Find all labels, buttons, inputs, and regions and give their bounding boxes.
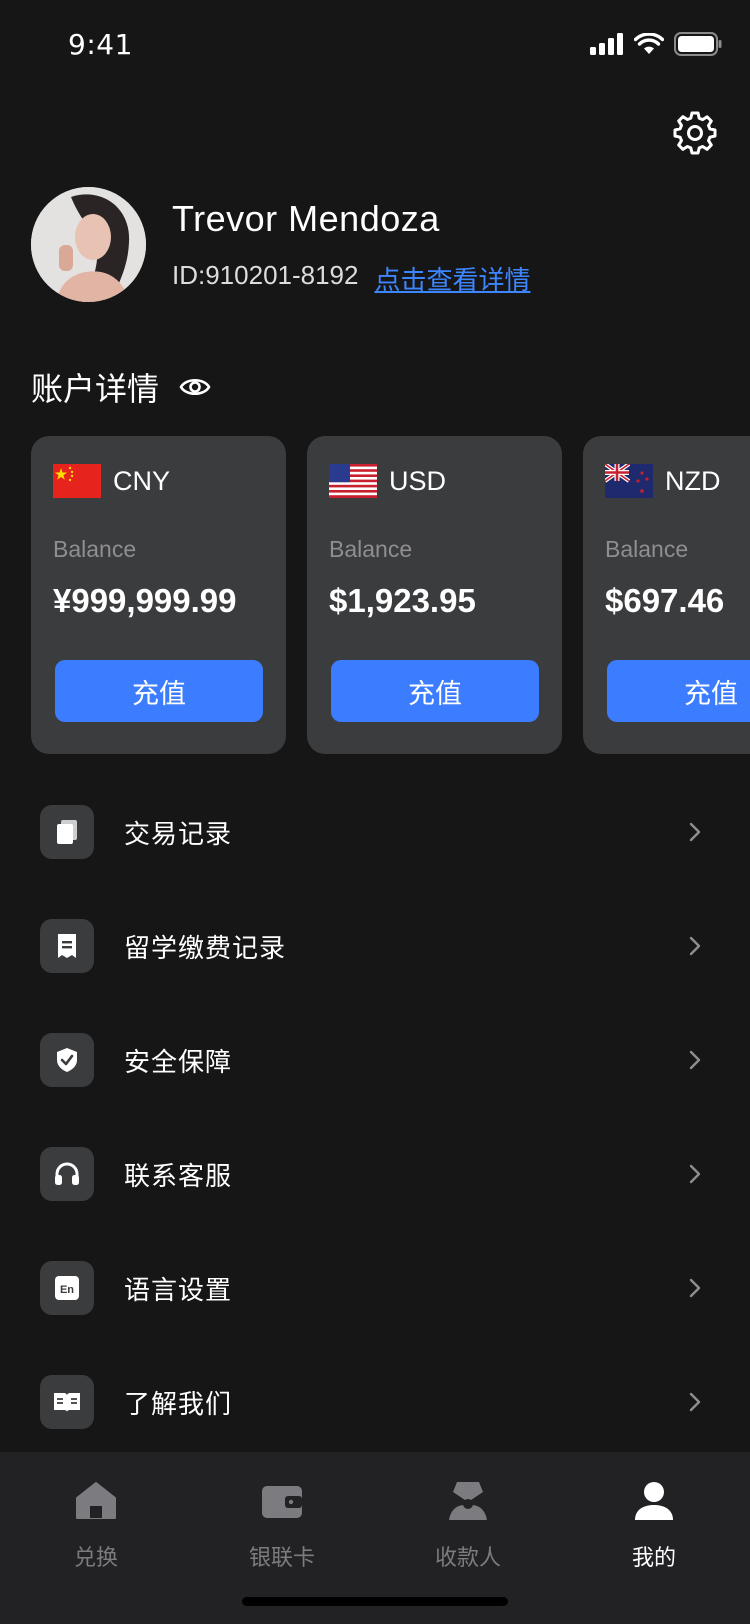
status-icons	[590, 32, 722, 56]
tab-label: 兑换	[73, 1546, 118, 1571]
menu-item-transactions[interactable]: 交易记录	[0, 775, 750, 889]
currency-code: USD	[389, 465, 447, 496]
currency-card-usd: USD Balance $1,923.95 充值	[307, 436, 562, 754]
currency-card-nzd: NZD Balance $697.46 充值	[583, 436, 750, 754]
tab-label: 收款人	[434, 1546, 501, 1571]
tab-payees[interactable]: 收款人	[408, 1478, 528, 1572]
menu-item-about[interactable]: 了解我们	[0, 1345, 750, 1459]
menu-item-support[interactable]: 联系客服	[0, 1117, 750, 1231]
menu-label: 了解我们	[124, 1389, 233, 1420]
balance-label: Balance	[329, 536, 413, 562]
tab-exchange[interactable]: 兑换	[36, 1478, 156, 1572]
avatar-photo	[31, 187, 146, 302]
currency-cards[interactable]: CNY Balance ¥999,999.99 充值 USD Balance $…	[31, 436, 750, 754]
chevron-right-icon	[689, 1164, 701, 1184]
book-icon	[54, 1393, 80, 1412]
tab-label: 银联卡	[248, 1546, 315, 1571]
currency-code: CNY	[113, 465, 171, 496]
account-section-header: 账户详情	[31, 364, 211, 410]
nz-flag-icon	[605, 464, 653, 498]
headphones-icon	[55, 1162, 79, 1185]
tab-me[interactable]: 我的	[594, 1478, 714, 1572]
home-icon	[76, 1482, 116, 1519]
settings-menu: 交易记录 留学缴费记录 安全保障 联系客服 En 语言设置 了解我们	[0, 775, 750, 1459]
payee-icon	[449, 1482, 487, 1520]
view-details-link[interactable]: 点击查看详情	[374, 260, 530, 297]
chevron-right-icon	[689, 1050, 701, 1070]
battery-icon	[674, 32, 722, 56]
chevron-right-icon	[689, 936, 701, 956]
chevron-right-icon	[689, 1278, 701, 1298]
wifi-icon	[634, 33, 664, 54]
menu-label: 交易记录	[124, 819, 233, 850]
account-section-title: 账户详情	[31, 370, 160, 408]
recharge-button-nzd[interactable]: 充值	[607, 660, 750, 722]
menu-item-tuition[interactable]: 留学缴费记录	[0, 889, 750, 1003]
gear-icon	[673, 111, 717, 155]
chevron-right-icon	[689, 1392, 701, 1412]
language-icon: En	[55, 1276, 79, 1300]
settings-button[interactable]	[672, 110, 718, 156]
eye-icon[interactable]	[179, 376, 211, 398]
tuition-icon	[58, 934, 76, 958]
transactions-icon	[57, 820, 77, 844]
signal-icon	[590, 33, 623, 55]
wallet-icon	[262, 1486, 302, 1518]
menu-label: 留学缴费记录	[124, 933, 287, 964]
cn-flag-icon	[53, 464, 101, 498]
balance-label: Balance	[53, 536, 137, 562]
recharge-button-cny[interactable]: 充值	[55, 660, 263, 722]
currency-card-cny: CNY Balance ¥999,999.99 充值	[31, 436, 286, 754]
balance-value: $697.46	[605, 582, 725, 619]
shield-icon	[57, 1048, 77, 1072]
menu-label: 联系客服	[124, 1161, 233, 1192]
chevron-right-icon	[689, 822, 701, 842]
menu-item-language[interactable]: En 语言设置	[0, 1231, 750, 1345]
home-indicator	[242, 1597, 508, 1606]
balance-value: ¥999,999.99	[53, 582, 237, 619]
svg-text:En: En	[60, 1284, 74, 1296]
currency-code: NZD	[665, 465, 721, 496]
user-name: Trevor Mendoza	[172, 198, 440, 239]
menu-item-security[interactable]: 安全保障	[0, 1003, 750, 1117]
user-id-row: ID:910201-8192 点击查看详情	[172, 260, 531, 297]
tab-label: 我的	[631, 1546, 676, 1571]
status-time: 9:41	[68, 28, 133, 61]
balance-label: Balance	[605, 536, 689, 562]
tab-unionpay-card[interactable]: 银联卡	[222, 1478, 342, 1572]
user-icon	[635, 1482, 673, 1520]
menu-label: 语言设置	[124, 1275, 233, 1306]
recharge-button-usd[interactable]: 充值	[331, 660, 539, 722]
user-id: ID:910201-8192	[172, 260, 359, 290]
balance-value: $1,923.95	[329, 582, 476, 619]
menu-label: 安全保障	[124, 1047, 233, 1078]
us-flag-icon	[329, 464, 377, 498]
status-bar: 9:41	[0, 0, 750, 96]
avatar[interactable]	[31, 187, 146, 302]
